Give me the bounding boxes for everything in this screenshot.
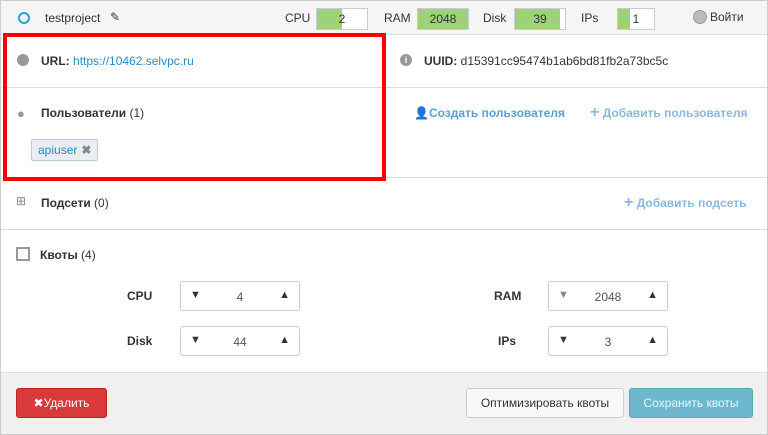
quota-ips-label: IPs xyxy=(498,334,517,348)
create-user-button[interactable]: 👤Создать пользователя xyxy=(414,106,565,120)
sliders-icon: ⫶ xyxy=(16,247,30,261)
add-user-button[interactable]: + Добавить пользователя xyxy=(590,104,747,122)
login-label: Войти xyxy=(710,10,744,24)
uuid-value: d15391cc95474b1ab6bd81fb2a73bc5c xyxy=(460,54,669,68)
add-subnet-button[interactable]: + Добавить подсеть xyxy=(624,194,746,212)
highlight-box xyxy=(3,33,386,181)
increment-icon[interactable]: ▲ xyxy=(279,334,290,346)
footer-bar: ✖Удалить Оптимизировать квоты Сохранить … xyxy=(1,372,767,434)
cpu-meter: 2 xyxy=(316,8,368,30)
increment-icon[interactable]: ▲ xyxy=(647,334,658,346)
ips-meter: 1 xyxy=(617,8,655,30)
optimize-quotas-button[interactable]: Оптимизировать квоты xyxy=(466,388,624,418)
login-button[interactable]: Войти xyxy=(693,10,744,24)
quota-ram-stepper[interactable]: ▼ 2048 ▲ xyxy=(548,281,668,311)
quota-cpu-stepper[interactable]: ▼ 4 ▲ xyxy=(180,281,300,311)
quota-disk-stepper[interactable]: ▼ 44 ▲ xyxy=(180,326,300,356)
increment-icon[interactable]: ▲ xyxy=(647,289,658,301)
edit-pencil-icon[interactable]: ✎ xyxy=(110,10,120,24)
network-icon: ⊞ xyxy=(16,194,27,208)
close-icon: ✖ xyxy=(33,396,44,410)
ips-meter-label: IPs xyxy=(581,11,599,25)
quota-cpu-label: CPU xyxy=(127,289,153,303)
subnets-title: Подсети xyxy=(41,196,91,210)
ram-meter-label: RAM xyxy=(384,11,411,25)
status-icon xyxy=(18,12,30,24)
decrement-icon[interactable]: ▼ xyxy=(558,289,569,301)
quota-ram-label: RAM xyxy=(494,289,522,303)
quota-disk-label: Disk xyxy=(127,334,153,348)
decrement-icon[interactable]: ▼ xyxy=(558,334,569,346)
cpu-meter-label: CPU xyxy=(285,11,311,25)
quotas-count: (4) xyxy=(81,248,96,262)
project-header: testproject ✎ CPU 2 RAM 2048 Disk 39 IPs… xyxy=(1,1,767,35)
uuid-label: UUID: xyxy=(424,54,458,68)
decrement-icon[interactable]: ▼ xyxy=(190,334,201,346)
quotas-title: Квоты xyxy=(40,248,78,262)
disk-meter: 39 xyxy=(514,8,566,30)
project-name: testproject xyxy=(45,11,101,25)
user-icon xyxy=(693,10,707,24)
disk-meter-label: Disk xyxy=(483,11,507,25)
ram-meter: 2048 xyxy=(417,8,469,30)
subnets-section: ⊞ Подсети (0) + Добавить подсеть xyxy=(1,178,767,230)
delete-button[interactable]: ✖Удалить xyxy=(16,388,107,418)
decrement-icon[interactable]: ▼ xyxy=(190,289,201,301)
save-quotas-button[interactable]: Сохранить квоты xyxy=(629,388,753,418)
quota-ips-stepper[interactable]: ▼ 3 ▲ xyxy=(548,326,668,356)
info-icon: i xyxy=(400,54,412,66)
increment-icon[interactable]: ▲ xyxy=(279,289,290,301)
subnets-count: (0) xyxy=(94,196,109,210)
